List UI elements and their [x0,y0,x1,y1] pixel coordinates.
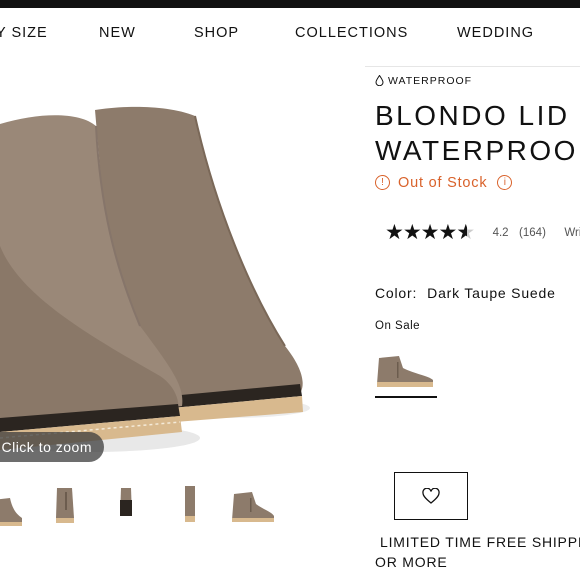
review-count-link[interactable]: (164) [519,227,546,239]
waterproof-badge: WATERPROOF [375,74,473,87]
product-title-line-2: WATERPROOF [375,135,580,166]
rating-value: 4.2 [492,226,509,239]
click-to-zoom-button[interactable]: Click to zoom [0,432,104,462]
star-icon: ★ [420,221,440,244]
heart-icon [422,488,440,504]
info-circle-icon[interactable]: i [497,175,513,191]
thumbnail-strip [0,480,365,530]
shipping-promo-line-1: LIMITED TIME FREE SHIPPING [380,534,580,550]
thumbnail-front-pair[interactable] [0,480,26,530]
alert-circle-icon: ! [375,175,390,191]
nav-item-new[interactable]: NEW [99,25,136,41]
star-icon: ★ [385,221,404,244]
add-to-wishlist-button[interactable] [394,472,468,520]
product-title: BLONDO LID WATERPROOF [375,98,580,168]
boot-pair-illustration [0,106,310,452]
stock-status-text: Out of Stock [398,174,488,191]
product-main-image[interactable]: Click to zoom [0,66,365,470]
write-review-link[interactable]: Writ [564,227,580,239]
nav-item-shop-by-size[interactable]: Y SIZE [0,25,48,41]
on-sale-label: On Sale [375,320,421,332]
product-title-line-1: BLONDO LID [375,100,570,131]
thumbnail-back[interactable] [180,480,200,530]
thumbnail-side[interactable] [52,480,78,530]
waterproof-badge-label: WATERPROOF [388,75,473,87]
color-selection: Color: Dark Taupe Suede [375,285,556,301]
droplet-icon [375,74,384,87]
color-value: Dark Taupe Suede [427,285,556,301]
star-icon: ★ [402,221,422,244]
shipping-promo-line-2: OR MORE [375,554,448,570]
stock-status: ! Out of Stock i [375,174,513,194]
star-icon: ★ [438,221,457,244]
thumbnail-outer-side[interactable] [230,480,276,530]
color-swatch-dark-taupe[interactable] [375,344,437,398]
product-details-panel: WATERPROOF BLONDO LID WATERPROOF ! Out of… [375,66,580,580]
swatch-boot-image [377,356,433,387]
rating-stars: ★★★★★ ★ [385,221,475,244]
partial-star-icon: ★ ★ [456,221,475,244]
nav-item-shop[interactable]: SHOP [194,25,239,41]
main-navigation: Y SIZE NEW SHOP COLLECTIONS WEDDING [0,8,580,67]
product-rating[interactable]: ★★★★★★ 4.2 (164) Writ [385,220,580,245]
top-strip [0,0,580,8]
nav-item-wedding[interactable]: WEDDING [457,25,534,41]
thumbnail-front[interactable] [116,480,136,530]
color-label: Color: [375,285,418,301]
nav-item-collections[interactable]: COLLECTIONS [295,25,408,41]
shipping-promo: LIMITED TIME FREE SHIPPING OR MORE [375,532,580,572]
